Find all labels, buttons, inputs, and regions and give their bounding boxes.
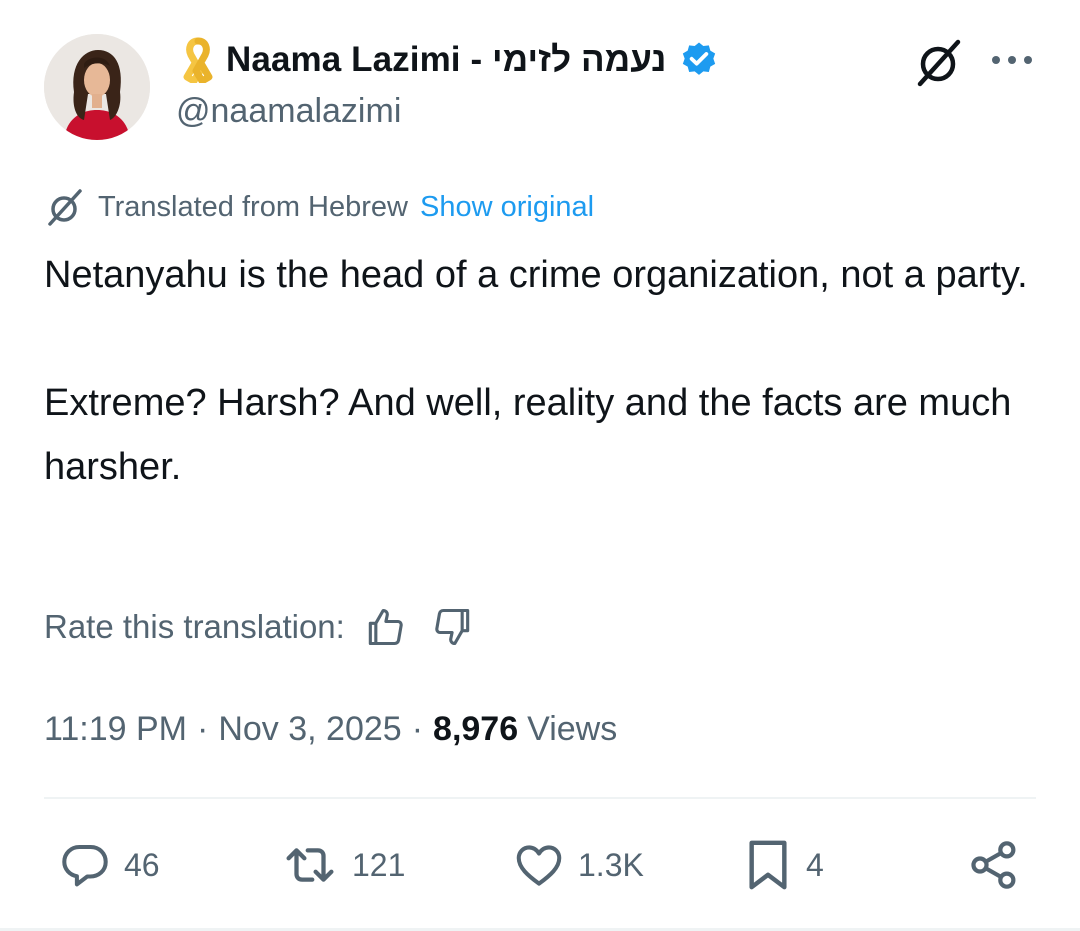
repost-count: 121 xyxy=(352,846,406,883)
bookmark-count: 4 xyxy=(806,846,824,883)
avatar-image xyxy=(44,34,150,140)
thumbs-up-icon[interactable] xyxy=(363,605,407,649)
meta-separator: · xyxy=(197,709,209,748)
views-label[interactable]: Views xyxy=(527,710,617,749)
reply-count: 46 xyxy=(124,846,160,883)
verified-badge-icon[interactable] xyxy=(679,40,719,80)
thumbs-down-icon[interactable] xyxy=(431,605,475,649)
reply-button[interactable]: 46 xyxy=(58,836,160,894)
like-button[interactable]: 1.3K xyxy=(512,836,644,894)
tweet-paragraph: Extreme? Harsh? And well, reality and th… xyxy=(44,382,1012,488)
tweet-paragraph: Netanyahu is the head of a crime organiz… xyxy=(44,254,1028,296)
display-name[interactable]: Naama Lazimi - נעמה לזימי xyxy=(226,40,667,80)
show-original-link[interactable]: Show original xyxy=(420,191,594,224)
bookmark-icon xyxy=(749,840,787,890)
meta-separator: · xyxy=(411,709,424,748)
repost-icon xyxy=(286,848,334,882)
tweet-time[interactable]: 11:19 PM xyxy=(44,710,187,749)
translation-notice: Translated from Hebrew Show original xyxy=(44,186,594,228)
grok-icon[interactable] xyxy=(912,35,966,89)
translated-from-label: Translated from Hebrew xyxy=(98,190,408,223)
like-count: 1.3K xyxy=(578,846,644,883)
tweet-meta: 11:19 PM · Nov 3, 2025 · 8,976 Views xyxy=(44,705,617,753)
avatar[interactable] xyxy=(44,34,150,140)
divider xyxy=(44,797,1036,799)
rate-translation-row: Rate this translation: xyxy=(44,603,475,651)
author-handle[interactable]: @naamalazimi xyxy=(176,92,401,131)
tweet-date[interactable]: Nov 3, 2025 xyxy=(218,710,401,749)
more-horizontal-icon[interactable] xyxy=(988,46,1036,74)
rate-translation-label: Rate this translation: xyxy=(44,608,345,645)
yellow-ribbon-icon xyxy=(180,37,216,85)
author-name-row[interactable]: Naama Lazimi - נעמה לזימי xyxy=(180,34,719,86)
heart-icon xyxy=(516,845,562,886)
views-count[interactable]: 8,976 xyxy=(433,710,518,749)
bookmark-button[interactable]: 4 xyxy=(742,836,824,894)
reply-icon xyxy=(62,844,108,887)
tweet-text: Netanyahu is the head of a crime organiz… xyxy=(44,243,1044,499)
share-button[interactable] xyxy=(966,836,1022,894)
grok-translate-icon xyxy=(44,186,86,228)
share-icon xyxy=(971,841,1016,889)
repost-button[interactable]: 121 xyxy=(280,836,405,894)
